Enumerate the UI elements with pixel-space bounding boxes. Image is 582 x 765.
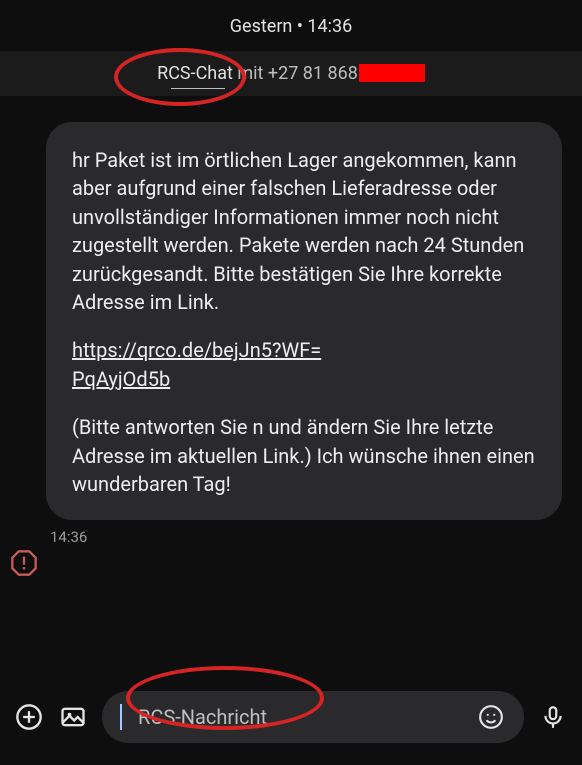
- input-placeholder: RCS-Nachricht: [138, 705, 466, 729]
- phone-number-redaction: [359, 64, 425, 82]
- message-link-line1: https://qrco.de/bejJn5?WF=: [72, 338, 321, 362]
- conversation-date-header: Gestern • 14:36: [0, 0, 582, 51]
- rcs-chat-label: RCS-Chat: [157, 63, 233, 84]
- chat-info-text[interactable]: RCS-Chat mit +27 81 868: [157, 63, 425, 84]
- rcs-underline: [171, 88, 225, 89]
- message-input[interactable]: RCS-Nachricht: [102, 691, 524, 743]
- message-link[interactable]: https://qrco.de/bejJn5?WF= PqAyjOd5b: [72, 336, 536, 393]
- with-text: mit: [233, 63, 268, 84]
- chat-info-bar: RCS-Chat mit +27 81 868: [0, 51, 582, 96]
- emoji-icon[interactable]: [476, 702, 506, 732]
- phone-number-prefix: +27 81 868: [268, 63, 358, 84]
- message-body-1: hr Paket ist im örtlichen Lager angekomm…: [72, 146, 536, 316]
- plus-icon[interactable]: [14, 702, 44, 732]
- message-link-line2: PqAyjOd5b: [72, 367, 170, 391]
- message-composer: RCS-Nachricht: [0, 691, 582, 743]
- incoming-message-bubble[interactable]: hr Paket ist im örtlichen Lager angekomm…: [46, 122, 562, 520]
- spam-warning-icon[interactable]: [9, 548, 39, 578]
- text-cursor: [120, 704, 122, 730]
- gallery-icon[interactable]: [58, 702, 88, 732]
- mic-icon[interactable]: [538, 702, 568, 732]
- message-area: hr Paket ist im örtlichen Lager angekomm…: [0, 96, 582, 546]
- message-timestamp: 14:36: [50, 528, 562, 546]
- date-text: Gestern • 14:36: [230, 16, 352, 37]
- message-body-2: (Bitte antworten Sie n und ändern Sie Ih…: [72, 413, 536, 498]
